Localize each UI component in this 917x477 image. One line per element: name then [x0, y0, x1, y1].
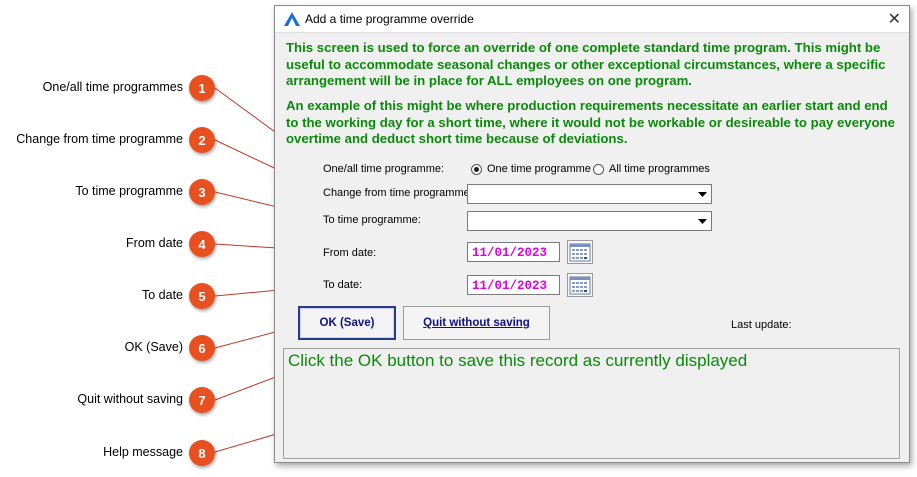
callout-label-one-all: One/all time programmes: [42, 80, 183, 94]
ok-save-label: OK (Save): [319, 317, 375, 329]
app-logo-icon: [284, 12, 300, 31]
callout-label-change-from: Change from time programme: [16, 132, 183, 146]
intro-paragraph-2: An example of this might be where produc…: [286, 98, 895, 146]
callout-label-help: Help message: [103, 445, 183, 459]
callout-badge-1: 1: [189, 75, 215, 101]
quit-without-saving-button[interactable]: Quit without saving: [403, 306, 550, 340]
from-date-input[interactable]: 11/01/2023: [467, 242, 560, 262]
radio-selected-icon: [471, 163, 482, 175]
change-from-label: Change from time programme:: [323, 187, 473, 199]
callout-badge-4: 4: [189, 231, 215, 257]
title-bar[interactable]: Add a time programme override ✕: [275, 6, 909, 33]
from-date-label: From date:: [323, 247, 377, 259]
callout-badge-3: 3: [189, 179, 215, 205]
callout-badge-5: 5: [189, 283, 215, 309]
callout-label-quit: Quit without saving: [77, 392, 183, 406]
callout-badge-2: 2: [189, 127, 215, 153]
window-title: Add a time programme override: [305, 12, 474, 26]
one-all-label: One/all time programme:: [323, 163, 445, 175]
calendar-icon[interactable]: [567, 240, 593, 264]
callout-label-to-programme: To time programme: [75, 184, 183, 198]
dropdown-arrow-icon[interactable]: [694, 186, 710, 202]
callout-badge-6: 6: [189, 335, 215, 361]
intro-paragraph-1: This screen is used to force an override…: [286, 40, 886, 88]
callout-badge-7: 7: [189, 387, 215, 413]
to-date-input[interactable]: 11/01/2023: [467, 275, 560, 295]
to-programme-select[interactable]: [467, 211, 712, 231]
ok-save-button[interactable]: OK (Save): [298, 306, 396, 340]
radio-all-label: All time programmes: [609, 163, 710, 175]
change-from-select[interactable]: [467, 184, 712, 204]
to-date-label: To date:: [323, 279, 363, 291]
calendar-icon[interactable]: [567, 273, 593, 297]
callout-badge-8: 8: [189, 440, 215, 466]
radio-unselected-icon: [593, 163, 604, 175]
radio-all-programmes[interactable]: All time programmes: [593, 163, 710, 175]
callout-label-ok: OK (Save): [124, 340, 183, 354]
close-icon[interactable]: ✕: [888, 9, 901, 29]
radio-one-programme[interactable]: One time programme: [471, 163, 591, 175]
quit-without-saving-label: Quit without saving: [423, 317, 530, 329]
dropdown-arrow-icon[interactable]: [694, 213, 710, 229]
callout-label-to-date: To date: [141, 288, 183, 302]
last-update-label: Last update:: [731, 319, 792, 331]
radio-one-label: One time programme: [487, 163, 591, 175]
help-message: Click the OK button to save this record …: [283, 348, 900, 459]
dialog-window: Add a time programme override ✕ This scr…: [274, 5, 910, 463]
to-programme-label: To time programme:: [323, 214, 421, 226]
callout-label-from-date: From date: [126, 236, 183, 250]
